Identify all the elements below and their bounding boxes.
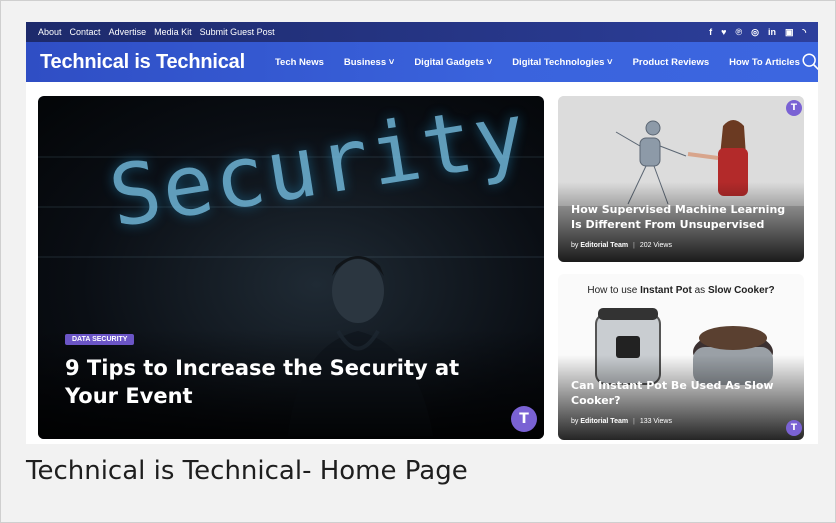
nav-item-digital-gadgets[interactable]: Digital Gadgets ˅	[414, 57, 492, 68]
side-post-machine-learning[interactable]: T How Supervised Machine Learning Is Dif…	[558, 96, 804, 262]
top-link-submit-guest-post[interactable]: Submit Guest Post	[200, 27, 275, 37]
site-logo[interactable]: Technical is Technical	[40, 51, 245, 74]
search-icon[interactable]	[800, 51, 818, 73]
figure-caption: Technical is Technical- Home Page	[26, 456, 468, 486]
top-link-contact[interactable]: Contact	[70, 27, 101, 37]
side-post-title[interactable]: How Supervised Machine Learning Is Diffe…	[571, 202, 786, 232]
nav-item-tech-news[interactable]: Tech News	[275, 57, 324, 68]
nav-item-how-to-articles[interactable]: How To Articles	[729, 57, 800, 68]
hero-post[interactable]: Security DATA SECURITY 9 Tips to Increas…	[38, 96, 544, 439]
side-post-instant-pot[interactable]: How to use Instant Pot as Slow Cooker? C…	[558, 274, 804, 440]
youtube-icon[interactable]: ▣	[785, 27, 794, 38]
top-link-advertise[interactable]: Advertise	[109, 27, 147, 37]
author-name[interactable]: Editorial Team	[580, 418, 628, 425]
screenshot-frame: About Contact Advertise Media Kit Submit…	[0, 0, 836, 523]
nav-item-product-reviews[interactable]: Product Reviews	[633, 57, 710, 68]
caption-prefix: How to use	[587, 285, 638, 296]
twitter-icon[interactable]: ♥	[721, 27, 726, 38]
meta-separator: |	[633, 418, 635, 425]
view-count: 202 Views	[639, 242, 672, 249]
site-badge-icon: T	[786, 420, 802, 436]
website-screenshot: About Contact Advertise Media Kit Submit…	[26, 22, 818, 444]
side-post-meta: by Editorial Team | 133 Views	[571, 418, 672, 425]
linkedin-icon[interactable]: in	[768, 27, 776, 38]
caption-bold-instant-pot: Instant Pot	[640, 285, 692, 296]
site-badge-icon: T	[511, 406, 537, 432]
pinterest-icon[interactable]: ℗	[735, 27, 742, 38]
side-post-title[interactable]: Can Instant Pot Be Used As Slow Cooker?	[571, 378, 786, 408]
site-badge-icon: T	[786, 100, 802, 116]
main-menu: Tech News Business ˅ Digital Gadgets ˅ D…	[275, 57, 800, 68]
author-prefix: by	[571, 418, 579, 425]
social-icons: f ♥ ℗ ◎ in ▣ ◝	[709, 27, 806, 38]
top-link-about[interactable]: About	[38, 27, 62, 37]
caption-bold-slow-cooker: Slow Cooker?	[707, 285, 775, 296]
top-links: About Contact Advertise Media Kit Submit…	[38, 27, 275, 37]
author-prefix: by	[571, 242, 579, 249]
hero-image-text: Security	[102, 96, 534, 247]
top-link-media-kit[interactable]: Media Kit	[154, 27, 192, 37]
nav-item-digital-technologies[interactable]: Digital Technologies ˅	[512, 57, 612, 68]
author-name[interactable]: Editorial Team	[580, 242, 628, 249]
top-bar: About Contact Advertise Media Kit Submit…	[26, 22, 818, 42]
instagram-icon[interactable]: ◎	[751, 27, 759, 38]
category-tag[interactable]: DATA SECURITY	[65, 334, 135, 345]
side-post-meta: by Editorial Team | 202 Views	[571, 242, 672, 249]
facebook-icon[interactable]: f	[709, 27, 712, 38]
main-navbar: Technical is Technical Tech News Busines…	[26, 42, 818, 82]
caption-mid: as	[694, 285, 706, 296]
hero-title[interactable]: 9 Tips to Increase the Security at Your …	[65, 354, 505, 410]
meta-separator: |	[633, 242, 635, 249]
nav-item-business[interactable]: Business ˅	[344, 57, 394, 68]
rss-icon[interactable]: ◝	[803, 27, 807, 38]
image-caption: How to use Instant Pot as Slow Cooker?	[558, 285, 804, 296]
view-count: 133 Views	[639, 418, 672, 425]
